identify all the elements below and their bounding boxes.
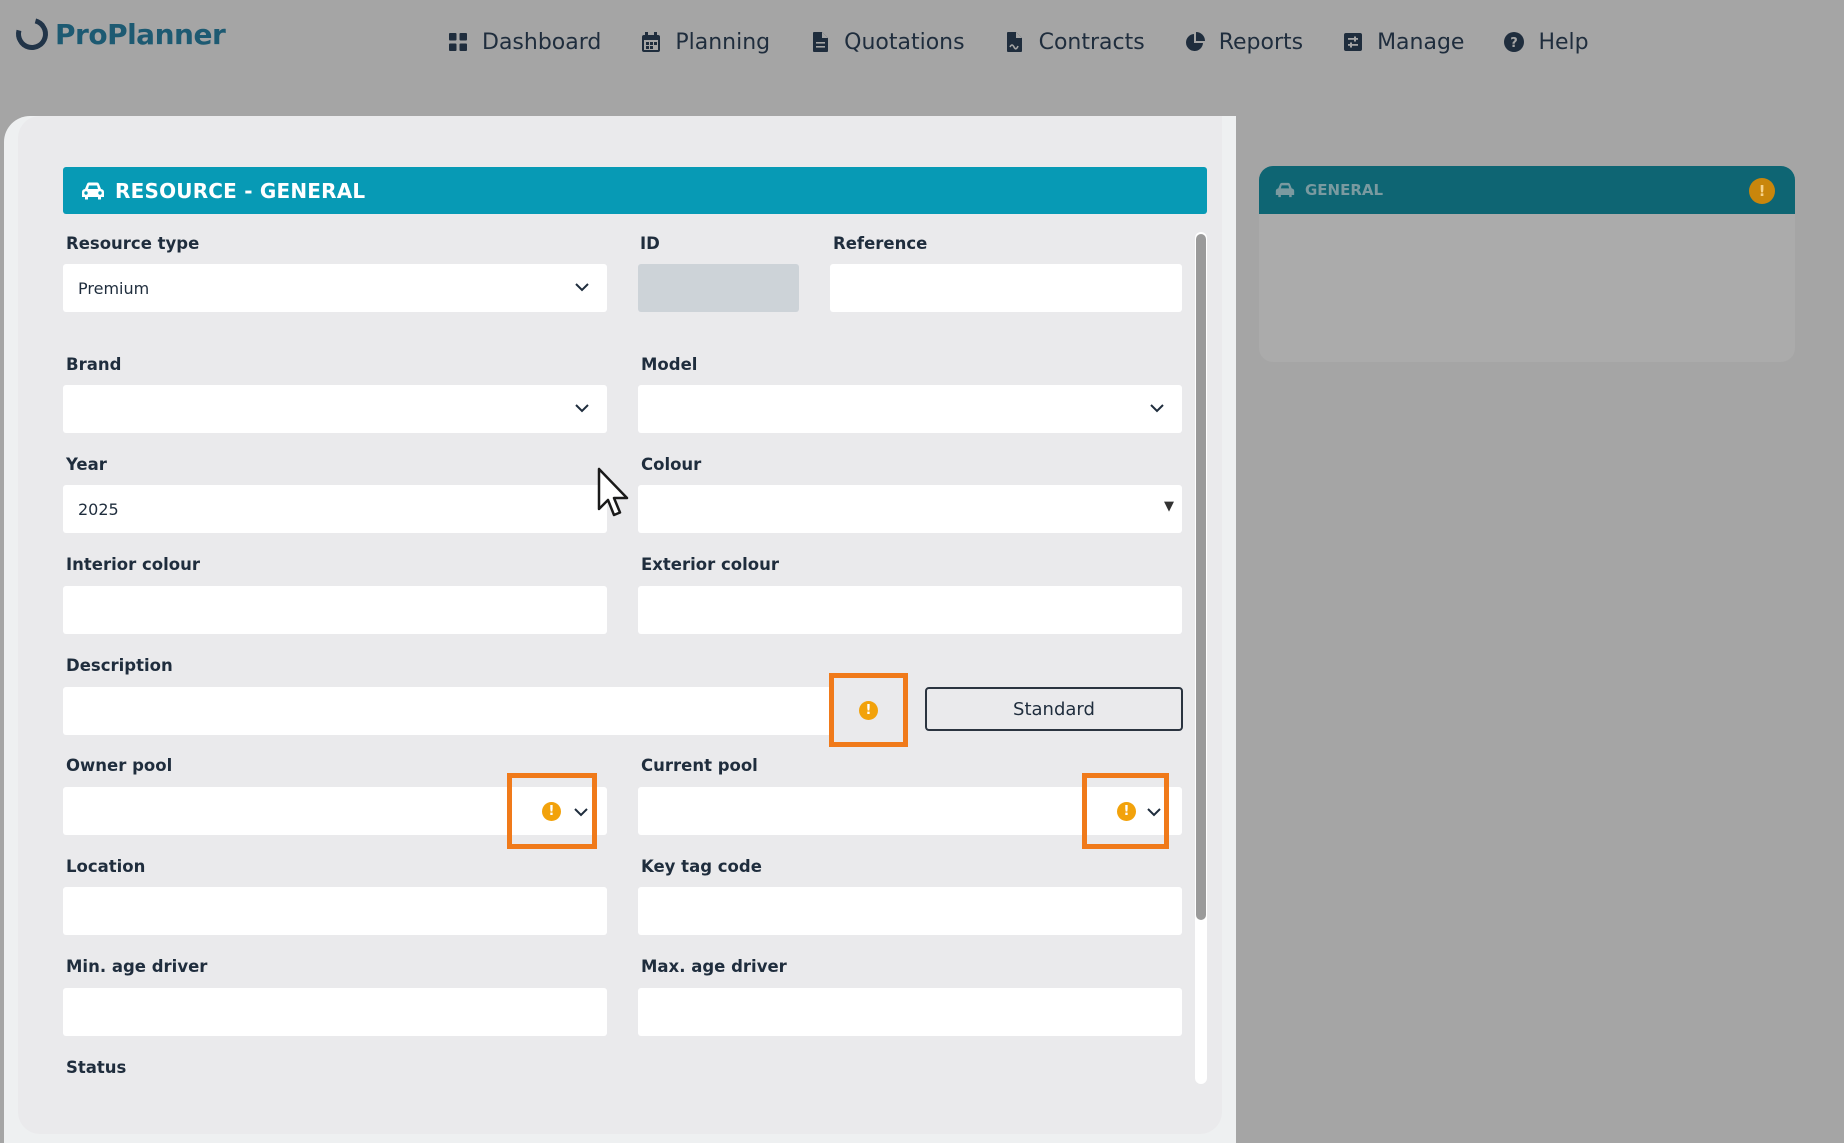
max-age-driver-label: Max. age driver xyxy=(641,957,787,976)
nav-item-dashboard[interactable]: Dashboard xyxy=(448,30,601,55)
nav-label: Planning xyxy=(675,29,771,55)
general-summary-title: GENERAL xyxy=(1305,181,1384,199)
section-title: RESOURCE - GENERAL xyxy=(115,178,366,203)
interior-colour-label: Interior colour xyxy=(66,555,200,574)
model-select[interactable] xyxy=(638,385,1182,433)
brand-select[interactable] xyxy=(63,385,607,433)
description-label: Description xyxy=(66,656,173,675)
id-field xyxy=(638,264,799,312)
warning-icon[interactable]: ! xyxy=(542,802,561,821)
car-icon xyxy=(81,182,105,200)
svg-text:?: ? xyxy=(1511,36,1519,51)
car-icon xyxy=(1275,182,1295,198)
general-summary-header[interactable]: GENERAL ! xyxy=(1259,166,1795,214)
location-label: Location xyxy=(66,857,146,876)
chevron-down-icon xyxy=(1150,404,1164,413)
warning-icon[interactable]: ! xyxy=(1117,802,1136,821)
nav-label: Quotations xyxy=(844,29,965,55)
min-age-driver-label: Min. age driver xyxy=(66,957,208,976)
reference-label: Reference xyxy=(833,234,928,253)
resource-type-select[interactable]: Premium xyxy=(63,264,607,312)
app-name: ProPlanner xyxy=(55,17,226,51)
nav-label: Contracts xyxy=(1038,29,1145,55)
section-header: RESOURCE - GENERAL xyxy=(63,167,1207,214)
document-icon xyxy=(810,32,830,52)
calendar-icon xyxy=(641,32,661,52)
max-age-driver-input[interactable] xyxy=(638,988,1182,1036)
nav-item-quotations[interactable]: Quotations xyxy=(810,29,965,55)
description-warning-highlight: ! xyxy=(829,673,908,747)
nav-label: Reports xyxy=(1218,29,1304,55)
chevron-down-icon xyxy=(575,404,589,413)
reference-input[interactable] xyxy=(830,264,1182,312)
nav-label: Dashboard xyxy=(482,29,602,55)
exterior-colour-input[interactable] xyxy=(638,586,1182,634)
nav-label: Help xyxy=(1538,29,1589,55)
chevron-down-icon xyxy=(574,808,588,817)
chevron-down-icon xyxy=(575,283,589,292)
chevron-down-icon xyxy=(1147,808,1161,817)
nav-item-reports[interactable]: Reports xyxy=(1185,30,1303,55)
top-bar: ProPlanner Dashboard Planning Quotations… xyxy=(0,0,1844,116)
key-tag-code-input[interactable] xyxy=(638,887,1182,935)
min-age-driver-input[interactable] xyxy=(63,988,607,1036)
owner-pool-warning-highlight: ! xyxy=(507,773,597,849)
warning-icon[interactable]: ! xyxy=(1749,178,1775,204)
contract-icon xyxy=(1005,32,1025,52)
current-pool-label: Current pool xyxy=(641,756,758,775)
colour-select[interactable]: ▼ xyxy=(638,485,1182,533)
dashboard-icon xyxy=(448,32,468,52)
form-scrollbar-thumb[interactable] xyxy=(1196,234,1206,920)
standard-button[interactable]: Standard xyxy=(925,687,1183,731)
nav-item-help[interactable]: ? Help xyxy=(1504,29,1589,55)
pie-chart-icon xyxy=(1185,32,1205,52)
resource-type-label: Resource type xyxy=(66,234,200,253)
main-nav: Dashboard Planning Quotations Contracts … xyxy=(448,22,1589,62)
warning-icon[interactable]: ! xyxy=(859,700,878,720)
status-label: Status xyxy=(66,1058,127,1077)
help-icon: ? xyxy=(1504,32,1525,52)
location-input[interactable] xyxy=(63,887,607,935)
mouse-cursor-icon xyxy=(597,467,629,517)
nav-item-manage[interactable]: Manage xyxy=(1343,30,1464,55)
app-logo[interactable]: ProPlanner xyxy=(10,12,226,56)
nav-item-contracts[interactable]: Contracts xyxy=(1005,30,1145,55)
owner-pool-label: Owner pool xyxy=(66,756,173,775)
id-label: ID xyxy=(640,234,660,253)
exterior-colour-label: Exterior colour xyxy=(641,555,779,574)
interior-colour-input[interactable] xyxy=(63,586,607,634)
model-label: Model xyxy=(641,355,698,374)
year-value: 2025 xyxy=(78,499,119,519)
year-label: Year xyxy=(66,455,107,474)
description-input[interactable] xyxy=(63,687,833,735)
colour-label: Colour xyxy=(641,455,702,474)
caret-down-icon: ▼ xyxy=(1164,499,1174,514)
general-summary-card: GENERAL ! xyxy=(1259,166,1795,362)
key-tag-code-label: Key tag code xyxy=(641,857,762,876)
year-input[interactable]: 2025 xyxy=(63,485,607,533)
nav-item-planning[interactable]: Planning xyxy=(641,30,770,55)
resource-type-value: Premium xyxy=(78,278,150,298)
current-pool-warning-highlight: ! xyxy=(1082,773,1169,849)
manage-icon xyxy=(1343,32,1363,52)
logo-mark-icon xyxy=(10,12,54,56)
brand-label: Brand xyxy=(66,355,122,374)
nav-label: Manage xyxy=(1377,29,1465,55)
